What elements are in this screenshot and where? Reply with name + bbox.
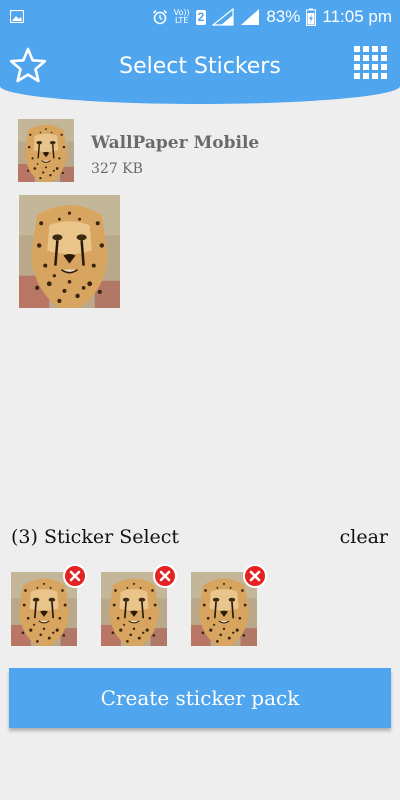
lte-label: LTE bbox=[175, 16, 189, 25]
grid-icon[interactable] bbox=[354, 46, 388, 80]
alarm-icon bbox=[152, 9, 167, 25]
status-bar: Vo)) LTE 2 83% 11:05 pm bbox=[0, 0, 400, 34]
signal-icon bbox=[212, 8, 234, 26]
volte-indicator: Vo)) LTE bbox=[174, 9, 190, 25]
sticker-image[interactable] bbox=[19, 195, 120, 308]
remove-icon[interactable] bbox=[243, 564, 267, 588]
pack-thumbnail bbox=[18, 119, 74, 182]
pack-size: 327 KB bbox=[91, 161, 143, 177]
sim-badge: 2 bbox=[195, 9, 207, 25]
selected-sticker[interactable] bbox=[101, 564, 177, 646]
create-sticker-pack-button[interactable]: Create sticker pack bbox=[9, 668, 391, 728]
selection-count-label: (3) Sticker Select bbox=[11, 526, 180, 548]
clock: 11:05 pm bbox=[322, 7, 392, 26]
page-title: Select Stickers bbox=[119, 54, 281, 79]
battery-percent: 83% bbox=[266, 7, 301, 26]
pack-name: WallPaper Mobile bbox=[91, 133, 260, 153]
toolbar: Select Stickers bbox=[0, 34, 400, 98]
clear-button[interactable]: clear bbox=[340, 526, 388, 548]
signal-icon-2 bbox=[241, 9, 260, 25]
selected-sticker[interactable] bbox=[191, 564, 267, 646]
battery-charging-icon bbox=[306, 8, 317, 26]
app-header: Vo)) LTE 2 83% 11:05 pm Select Stickers bbox=[0, 0, 400, 104]
remove-icon[interactable] bbox=[153, 564, 177, 588]
sticker-pack-row[interactable]: WallPaper Mobile 327 KB bbox=[18, 119, 388, 183]
gallery-notification-icon bbox=[10, 10, 24, 23]
selected-sticker[interactable] bbox=[11, 564, 87, 646]
remove-icon[interactable] bbox=[63, 564, 87, 588]
